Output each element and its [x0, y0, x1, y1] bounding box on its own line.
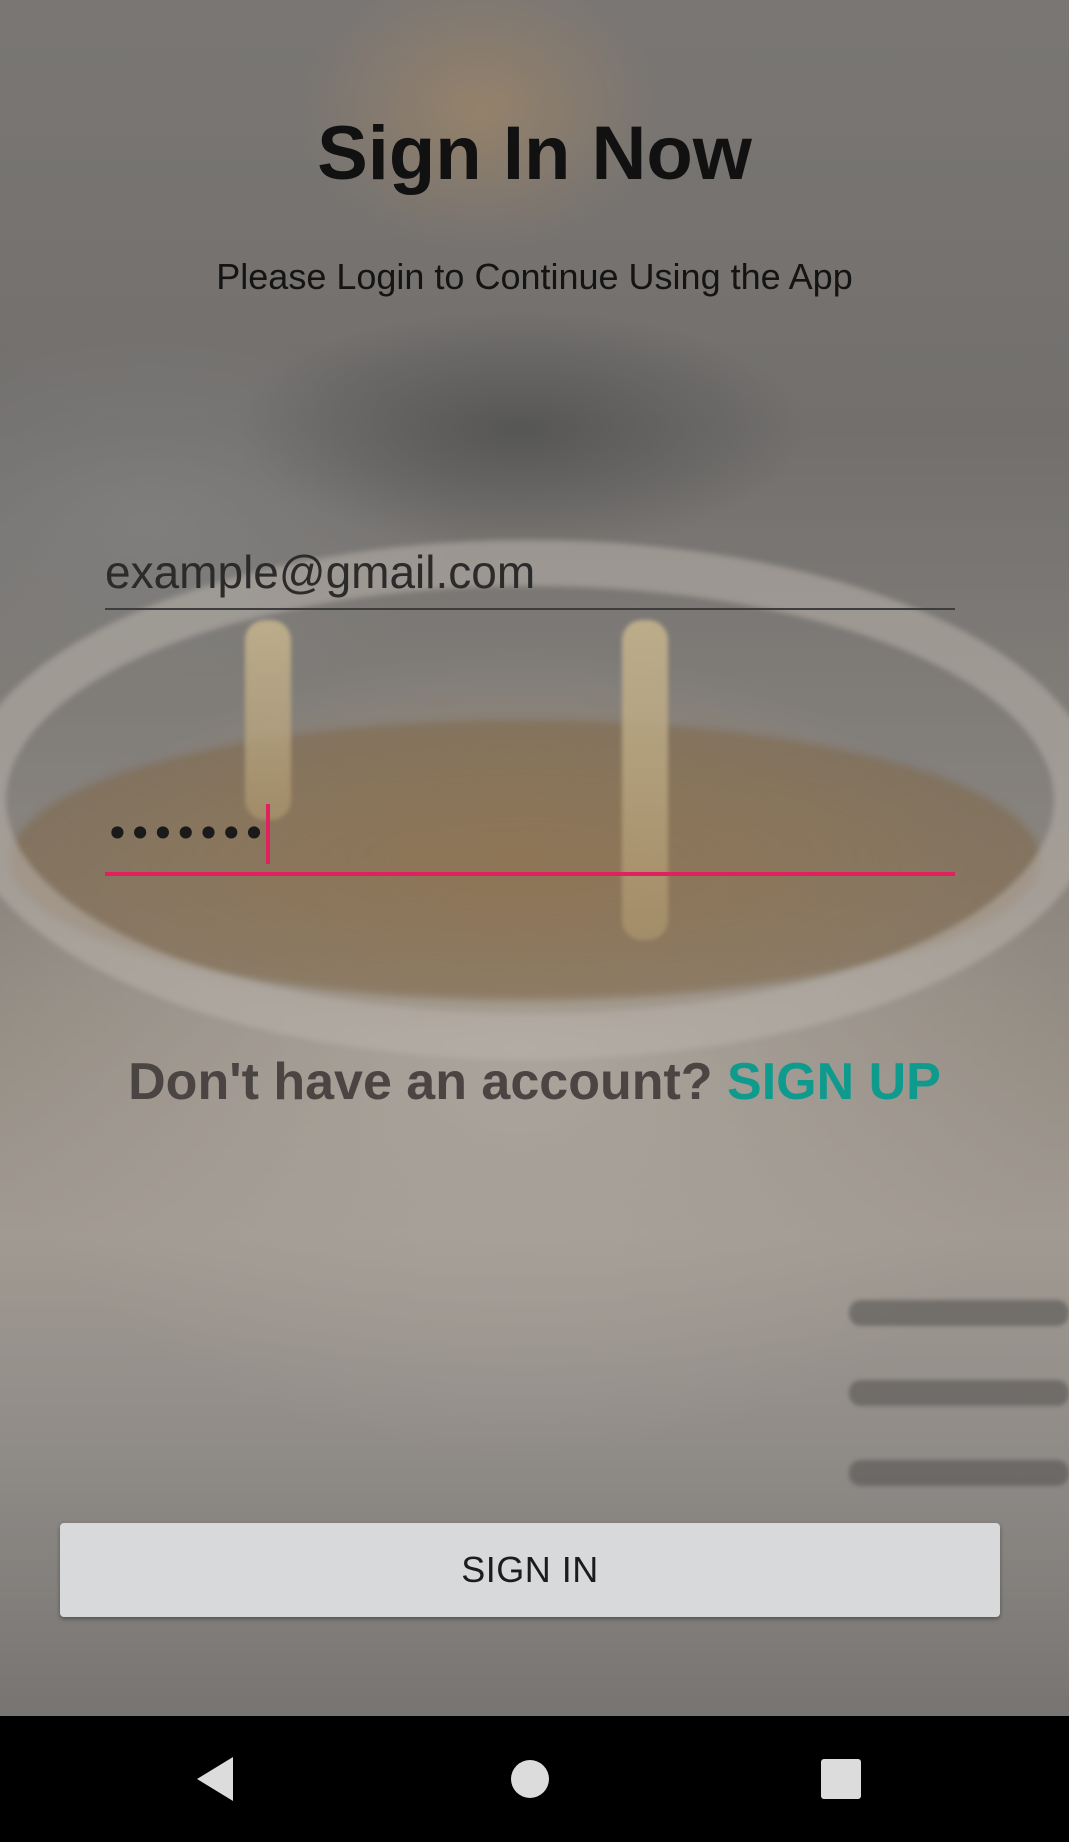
password-input[interactable]: ••••••• — [105, 813, 266, 855]
page-title: Sign In Now — [317, 111, 752, 196]
signup-link[interactable]: SIGN UP — [727, 1053, 941, 1111]
signin-button[interactable]: SIGN IN — [60, 1523, 1000, 1617]
back-icon — [197, 1757, 233, 1801]
signup-prompt: Don't have an account? — [128, 1053, 713, 1111]
home-icon — [511, 1760, 549, 1798]
system-navigation-bar — [0, 1716, 1069, 1842]
password-field[interactable]: ••••••• — [105, 796, 955, 876]
nav-back-button[interactable] — [155, 1716, 275, 1842]
page-subtitle: Please Login to Continue Using the App — [216, 256, 853, 297]
nav-home-button[interactable] — [470, 1716, 590, 1842]
nav-recents-button[interactable] — [781, 1716, 901, 1842]
recents-icon — [821, 1759, 861, 1799]
email-field[interactable] — [105, 538, 955, 610]
text-cursor — [266, 804, 271, 864]
email-input[interactable] — [105, 538, 955, 606]
signup-row: Don't have an account? SIGN UP — [0, 1052, 1069, 1112]
